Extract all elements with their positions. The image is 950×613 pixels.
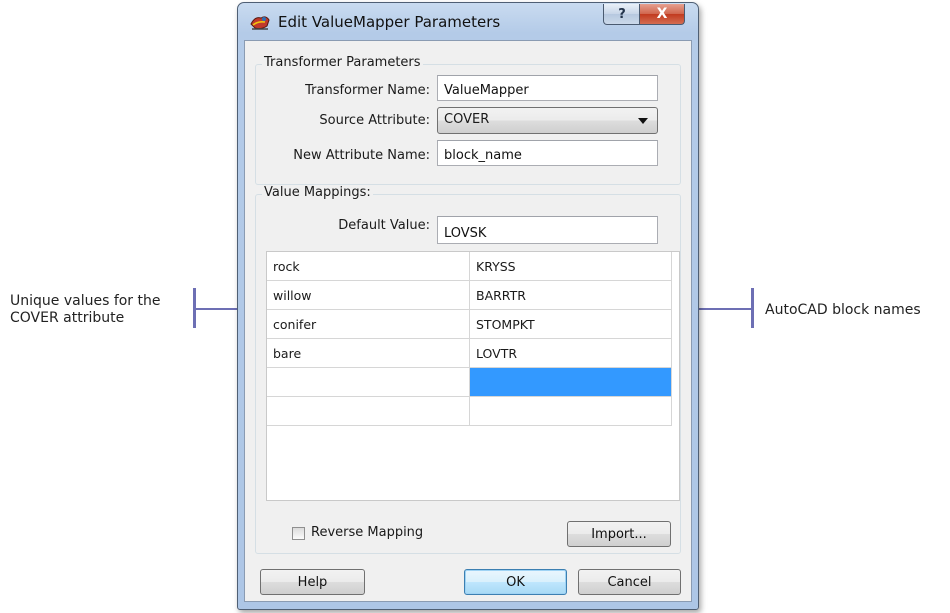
reverse-mapping-label[interactable]: Reverse Mapping (311, 525, 423, 540)
close-icon: X (656, 6, 668, 22)
new-attribute-name-input[interactable] (437, 140, 658, 166)
transformer-name-input[interactable] (437, 75, 658, 101)
value-mappings-table[interactable]: rock KRYSS willow BARRTR conifer STOMPKT… (266, 251, 680, 501)
help-button[interactable]: Help (260, 569, 365, 595)
value-mappings-legend: Value Mappings: (262, 185, 373, 200)
edit-valuemapper-dialog: Edit ValueMapper Parameters ? X Transfor… (237, 2, 699, 610)
reverse-mapping-checkbox[interactable] (292, 527, 305, 540)
close-window-button[interactable]: X (639, 4, 685, 25)
left-annotation-line2: COVER attribute (10, 310, 125, 326)
ok-button[interactable]: OK (464, 569, 567, 595)
source-attribute-dropdown[interactable]: COVER (437, 107, 658, 134)
block-name-cell[interactable]: LOVTR (470, 339, 672, 368)
dialog-client-area: Transformer Parameters Transformer Name:… (244, 40, 692, 602)
left-annotation: Unique values for the COVER attribute (10, 293, 161, 327)
source-attribute-value: COVER (444, 112, 490, 127)
help-title-button[interactable]: ? (603, 4, 641, 25)
transformer-name-label: Transformer Name: (305, 83, 430, 98)
default-value-input[interactable] (437, 216, 658, 244)
left-annotation-line1: Unique values for the (10, 293, 161, 309)
right-annotation: AutoCAD block names (765, 302, 921, 318)
block-name-cell[interactable]: BARRTR (470, 281, 672, 310)
block-name-cell[interactable]: STOMPKT (470, 310, 672, 339)
window-title: Edit ValueMapper Parameters (278, 13, 501, 31)
block-name-cell[interactable]: KRYSS (470, 252, 672, 281)
source-value-cell[interactable] (267, 397, 470, 426)
import-button[interactable]: Import... (567, 521, 671, 547)
block-name-cell[interactable] (470, 397, 672, 426)
right-callout-bar (751, 288, 754, 328)
question-mark-icon: ? (618, 6, 626, 22)
new-attribute-name-label: New Attribute Name: (293, 148, 430, 163)
chevron-down-icon (638, 118, 648, 124)
source-value-cell[interactable] (267, 368, 470, 397)
transformer-parameters-legend: Transformer Parameters (262, 55, 423, 70)
source-value-cell[interactable]: rock (267, 252, 470, 281)
default-value-label: Default Value: (338, 218, 430, 233)
source-value-cell[interactable]: bare (267, 339, 470, 368)
fme-workbench-icon (250, 16, 270, 30)
source-value-cell[interactable]: willow (267, 281, 470, 310)
cancel-button[interactable]: Cancel (578, 569, 681, 595)
title-bar[interactable]: Edit ValueMapper Parameters ? X (238, 3, 698, 41)
source-value-cell[interactable]: conifer (267, 310, 470, 339)
block-name-cell-selected[interactable] (470, 368, 672, 397)
source-attribute-label: Source Attribute: (319, 113, 430, 128)
